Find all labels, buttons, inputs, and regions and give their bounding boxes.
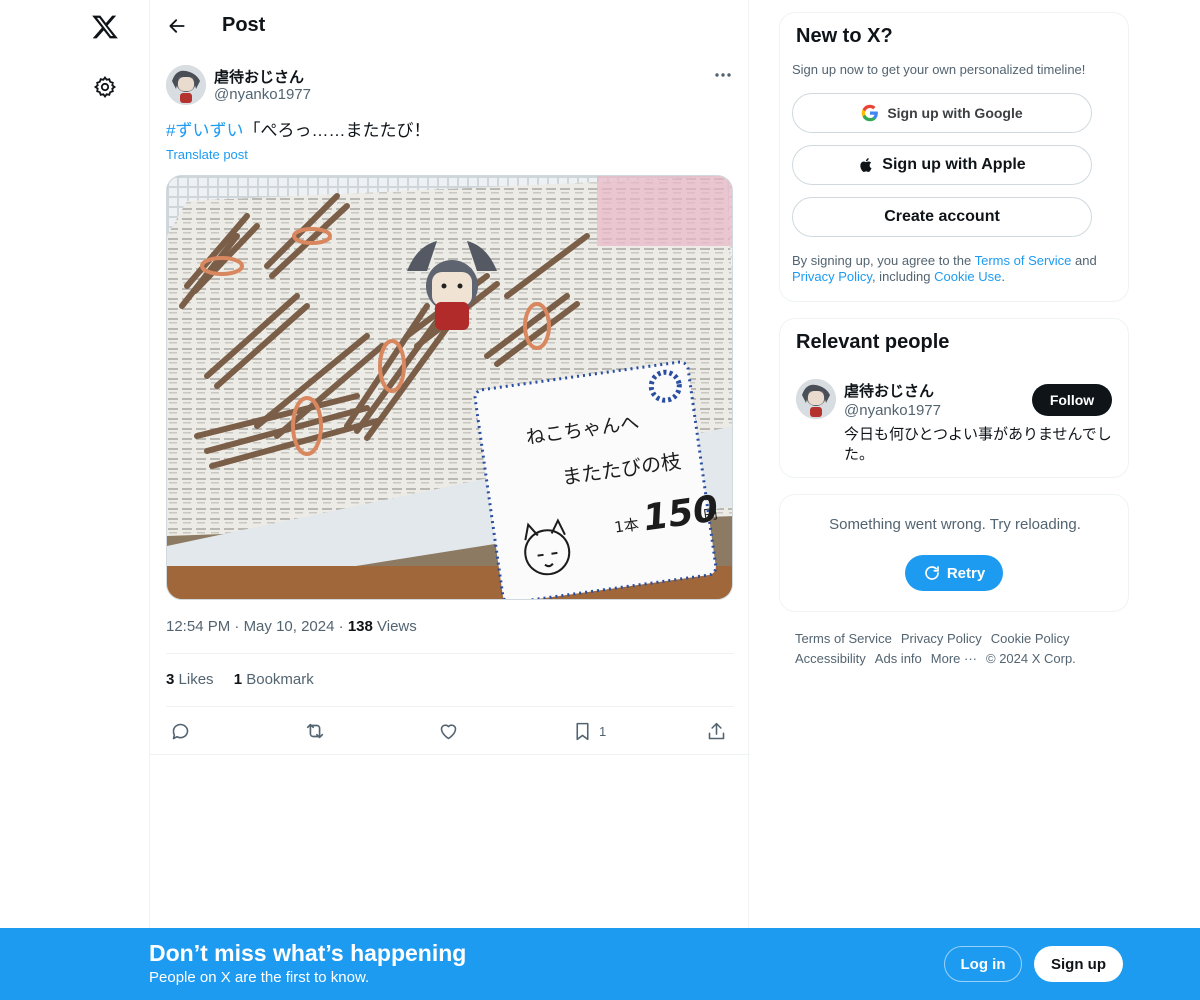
terms-and: and: [1071, 253, 1097, 268]
sign-up-apple-button[interactable]: Sign up with Apple: [792, 145, 1092, 185]
likes-stat[interactable]: 3 Likes: [166, 671, 214, 688]
post-body: 「ぺろっ……またたび！: [243, 121, 431, 140]
footer-link-accessibility[interactable]: Accessibility: [795, 649, 866, 669]
banner-subtitle: People on X are the first to know.: [149, 969, 370, 986]
apple-icon: [860, 158, 872, 172]
author-handle[interactable]: @nyanko1977: [214, 86, 311, 103]
relevant-people-title: Relevant people: [796, 331, 950, 353]
x-logo-icon[interactable]: [89, 11, 121, 43]
new-to-x-title: New to X?: [796, 25, 893, 47]
relevant-people-card: Relevant people 虐待おじさん @nyanko1977 Follo…: [779, 318, 1129, 478]
footer-link-ads-info[interactable]: Ads info: [875, 649, 922, 669]
relevant-person-handle[interactable]: @nyanko1977: [844, 402, 941, 419]
error-message: Something went wrong. Try reloading.: [829, 516, 1081, 533]
new-to-x-card: New to X? Sign up now to get your own pe…: [779, 12, 1129, 302]
views-label: Views: [377, 618, 417, 635]
divider: [150, 754, 750, 755]
post-stats: 3 Likes 1 Bookmark: [166, 671, 314, 688]
google-icon: [862, 104, 879, 122]
refresh-icon: [925, 566, 939, 580]
retry-label: Retry: [946, 564, 986, 582]
terms-end: .: [1001, 269, 1005, 284]
cookie-use-link[interactable]: Cookie Use: [934, 269, 1001, 284]
likes-count: 3: [166, 671, 175, 688]
post-header: Post: [150, 0, 750, 53]
footer-link-terms[interactable]: Terms of Service: [795, 629, 892, 649]
post-date[interactable]: May 10, 2024: [244, 618, 335, 635]
main-column: Post 虐待おじさん @nyanko1977 #ずいずい「ぺろっ……またたび！…: [149, 0, 750, 1000]
divider: [166, 653, 734, 654]
bookmark-action-count: 1: [599, 723, 607, 739]
footer-link-cookie[interactable]: Cookie Policy: [991, 629, 1070, 649]
bookmarks-count: 1: [233, 671, 243, 688]
left-nav: [0, 0, 150, 1000]
hashtag-link[interactable]: #ずいずい: [166, 121, 243, 140]
error-card: Something went wrong. Try reloading. Ret…: [779, 494, 1129, 612]
post-text: #ずいずい「ぺろっ……またたび！: [166, 120, 430, 142]
bookmarks-stat[interactable]: 1 Bookmark: [234, 671, 314, 688]
apple-button-label: Sign up with Apple: [882, 156, 1026, 173]
repost-icon[interactable]: [304, 716, 326, 746]
post-image[interactable]: ねこちゃんへ またたびの枝 1本 150 円: [166, 175, 733, 600]
relevant-person-bio: 今日も何ひとつよい事がありませんでした。: [844, 426, 1112, 463]
create-account-button[interactable]: Create account: [792, 197, 1092, 237]
sign-price-unit: 円: [703, 506, 719, 524]
reply-icon[interactable]: [170, 716, 191, 746]
divider: [166, 706, 734, 707]
footer-link-more[interactable]: More ···: [931, 649, 977, 669]
post-actions: 1: [166, 716, 734, 746]
relevant-person-name[interactable]: 虐待おじさん: [844, 380, 934, 401]
footer-link-privacy[interactable]: Privacy Policy: [901, 629, 982, 649]
terms-prefix: By signing up, you agree to the: [792, 253, 975, 268]
terms-text: By signing up, you agree to the Terms of…: [792, 253, 1122, 285]
retry-button[interactable]: Retry: [905, 555, 1003, 591]
translate-post-link[interactable]: Translate post: [166, 147, 248, 162]
bookmark-action[interactable]: 1: [572, 716, 606, 746]
signup-banner: Don’t miss what’s happening People on X …: [0, 928, 1200, 1000]
like-icon[interactable]: [438, 716, 459, 746]
views-count: 138: [347, 618, 373, 635]
avatar[interactable]: [796, 379, 836, 419]
likes-label: Likes: [178, 671, 214, 688]
footer-copyright: © 2024 X Corp.: [986, 651, 1076, 666]
post-time[interactable]: 12:54 PM: [166, 618, 230, 635]
google-button-label: Sign up with Google: [887, 105, 1023, 121]
avatar[interactable]: [166, 65, 206, 105]
meta-separator: ·: [338, 618, 348, 635]
share-icon[interactable]: [706, 716, 727, 746]
sign-up-button[interactable]: Sign up: [1034, 946, 1123, 982]
more-icon[interactable]: [710, 64, 736, 86]
banner-title: Don’t miss what’s happening: [149, 940, 467, 966]
page-title: Post: [222, 14, 266, 36]
author-name[interactable]: 虐待おじさん: [214, 66, 304, 87]
footer-links: Terms of Service Privacy Policy Cookie Pol…: [795, 629, 1125, 669]
privacy-policy-link[interactable]: Privacy Policy: [792, 269, 872, 284]
bookmarks-label: Bookmark: [246, 671, 314, 688]
gear-icon[interactable]: [89, 71, 121, 103]
meta-separator: ·: [234, 618, 244, 635]
post-meta: 12:54 PM · May 10, 2024 · 138 Views: [166, 618, 417, 635]
terms-of-service-link[interactable]: Terms of Service: [975, 253, 1072, 268]
log-in-button[interactable]: Log in: [944, 946, 1022, 982]
bookmark-icon: [576, 722, 589, 740]
new-to-x-subtitle: Sign up now to get your own personalized…: [792, 62, 1086, 77]
follow-button[interactable]: Follow: [1032, 384, 1112, 416]
back-arrow-icon[interactable]: [162, 11, 192, 41]
sign-up-google-button[interactable]: Sign up with Google: [792, 93, 1092, 133]
sign-price-prefix: 1本: [613, 515, 640, 536]
terms-including: , including: [871, 269, 935, 284]
